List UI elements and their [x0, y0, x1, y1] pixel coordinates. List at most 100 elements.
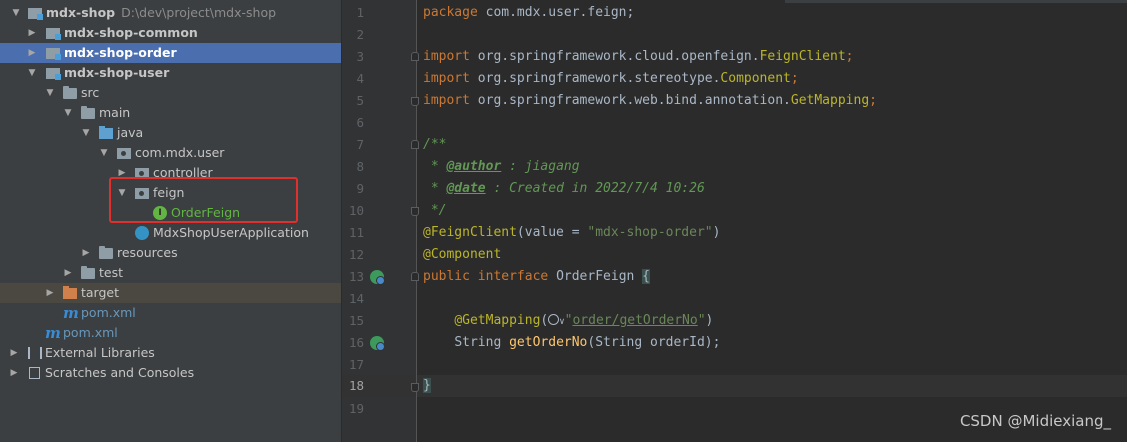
- line-number: 8: [356, 159, 364, 174]
- code-line-3: import org.springframework.cloud.openfei…: [423, 46, 853, 68]
- tree-item-target[interactable]: ▶ target: [0, 283, 341, 303]
- fold-marker-icon[interactable]: [411, 207, 419, 216]
- tree-item-label: java: [117, 125, 144, 140]
- type-name: String: [454, 335, 510, 350]
- tree-item-com-mdx-user[interactable]: ▼ com.mdx.user: [0, 143, 341, 163]
- method-name: getOrderNo: [509, 335, 588, 350]
- line-number: 15: [348, 313, 364, 328]
- chevron-right-icon[interactable]: ▶: [27, 23, 37, 43]
- code-line-12: @Component: [423, 244, 501, 266]
- folder-icon: [63, 86, 77, 99]
- line-number: 14: [348, 291, 364, 306]
- brace: {: [642, 269, 650, 284]
- class-name: FeignClient: [759, 49, 846, 64]
- tree-item-label: target: [81, 285, 120, 300]
- code-line-10: */: [423, 203, 447, 218]
- chevron-down-icon[interactable]: ▼: [27, 63, 37, 83]
- code-text: org.springframework.web.bind.annotation.: [469, 93, 791, 108]
- scratches-icon: [29, 367, 40, 379]
- url-string[interactable]: order/getOrderNo: [572, 313, 697, 328]
- fold-marker-icon[interactable]: [411, 52, 419, 61]
- chevron-down-icon[interactable]: ▼: [81, 123, 91, 143]
- tree-item-java[interactable]: ▼ java: [0, 123, 341, 143]
- tree-item-mdxshopuserapplication[interactable]: MdxShopUserApplication: [0, 223, 341, 243]
- class-name: Component: [720, 71, 791, 86]
- keyword: package: [423, 5, 478, 20]
- tree-item-test[interactable]: ▶ test: [0, 263, 341, 283]
- tree-item-mdx-shop-common[interactable]: ▶ mdx-shop-common: [0, 23, 341, 43]
- string-literal: "mdx-shop-order": [587, 225, 713, 240]
- tree-item-label: main: [99, 105, 131, 120]
- line-number: 11: [348, 225, 364, 240]
- fold-marker-icon[interactable]: [411, 140, 419, 149]
- tree-item-main[interactable]: ▼ main: [0, 103, 341, 123]
- chevron-right-icon[interactable]: ▶: [27, 43, 37, 63]
- code-text: : Created in 2022/7/4 10:26: [485, 181, 705, 196]
- code-line-11: @FeignClient(value = "mdx-shop-order"): [423, 222, 720, 244]
- chevron-down-icon[interactable]: ▼: [99, 143, 109, 163]
- code-text: : jiagang: [501, 159, 580, 174]
- line-number-current: 18: [348, 378, 364, 393]
- tree-item-resources[interactable]: ▶ resources: [0, 243, 341, 263]
- implementation-gutter-icon[interactable]: [370, 336, 385, 351]
- tree-item-root-pom-xml[interactable]: m pom.xml: [0, 323, 341, 343]
- tree-root-label: mdx-shop D:\dev\project\mdx-shop: [46, 5, 277, 20]
- chevron-down-icon[interactable]: ▼: [11, 3, 21, 23]
- chevron-down-icon[interactable]: ▼: [45, 83, 55, 103]
- tree-item-label: test: [99, 265, 124, 280]
- code-text: ;: [845, 49, 854, 64]
- chevron-right-icon[interactable]: ▶: [81, 243, 91, 263]
- folder-icon: [81, 106, 95, 119]
- maven-icon: m: [45, 324, 61, 342]
- tree-item-label: pom.xml: [81, 305, 136, 320]
- line-number: 5: [356, 93, 364, 108]
- tree-item-mdx-shop-user[interactable]: ▼ mdx-shop-user: [0, 63, 341, 83]
- tree-item-label: Scratches and Consoles: [45, 365, 195, 380]
- module-icon: [46, 48, 61, 60]
- chevron-down-icon[interactable]: ▼: [63, 103, 73, 123]
- chevron-right-icon[interactable]: ▶: [63, 263, 73, 283]
- implementation-gutter-icon[interactable]: [370, 270, 385, 285]
- code-text: org.springframework.stereotype.: [469, 71, 721, 86]
- javadoc-tag: @date: [446, 181, 486, 196]
- code-text: ): [712, 225, 721, 240]
- globe-icon[interactable]: [548, 314, 560, 325]
- keyword: import: [423, 49, 470, 64]
- excluded-folder-icon: [63, 286, 77, 299]
- fold-marker-icon[interactable]: [411, 97, 419, 106]
- tree-item-label: resources: [117, 245, 178, 260]
- tree-item-scratches[interactable]: ▶ Scratches and Consoles: [0, 363, 341, 383]
- line-number: 6: [356, 115, 364, 130]
- fold-marker-icon[interactable]: [411, 383, 419, 392]
- chevron-right-icon[interactable]: ▶: [45, 283, 55, 303]
- tree-item-label: mdx-shop-user: [64, 65, 170, 80]
- tree-item-label: mdx-shop-order: [64, 45, 177, 60]
- tree-item-label: mdx-shop-common: [64, 25, 198, 40]
- module-icon: [46, 68, 61, 80]
- tree-item-pom-xml[interactable]: m pom.xml: [0, 303, 341, 323]
- tree-item-external-libraries[interactable]: ▶ External Libraries: [0, 343, 341, 363]
- keyword: import: [423, 71, 470, 86]
- chevron-right-icon[interactable]: ▶: [9, 363, 19, 383]
- code-line-16: String getOrderNo(String orderId);: [423, 332, 720, 354]
- resources-folder-icon: [99, 246, 113, 259]
- tree-item-label: pom.xml: [63, 325, 118, 340]
- chevron-right-icon[interactable]: ▶: [9, 343, 19, 363]
- tree-item-root[interactable]: ▼ mdx-shop D:\dev\project\mdx-shop: [0, 3, 341, 23]
- line-number: 2: [356, 27, 364, 42]
- tree-item-src[interactable]: ▼ src: [0, 83, 341, 103]
- tree-item-label: src: [81, 85, 100, 100]
- code-text: (: [540, 313, 549, 328]
- line-number: 4: [356, 71, 364, 86]
- code-text: org.springframework.cloud.openfeign.: [469, 49, 760, 64]
- line-number: 3: [356, 49, 364, 64]
- fold-marker-icon[interactable]: [411, 272, 419, 281]
- code-text: ): [705, 313, 714, 328]
- code-line-18: }: [423, 375, 431, 397]
- tree-item-mdx-shop-order[interactable]: ▶ mdx-shop-order: [0, 43, 341, 63]
- interface-name: OrderFeign: [556, 269, 643, 284]
- code-text: com.mdx.user.feign;: [477, 5, 635, 20]
- package-icon: [117, 148, 131, 159]
- code-line-15: @GetMapping(∨"order/getOrderNo"): [423, 310, 713, 332]
- code-text: *: [423, 159, 447, 174]
